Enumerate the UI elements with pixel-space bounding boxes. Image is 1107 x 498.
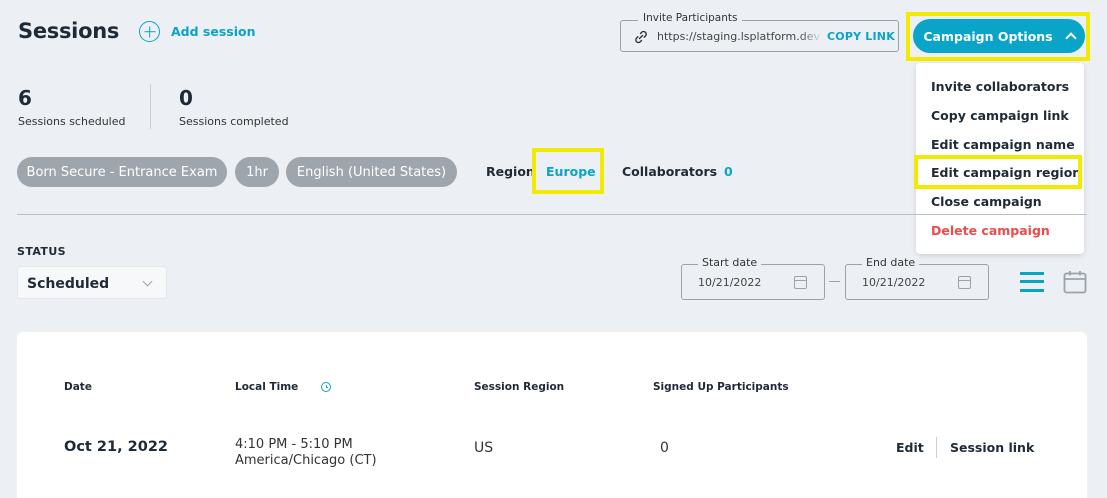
link-icon bbox=[635, 30, 647, 44]
copy-link-button[interactable]: COPY LINK bbox=[827, 30, 895, 43]
status-label: STATUS bbox=[17, 245, 66, 258]
row-time-range: 4:10 PM - 5:10 PM bbox=[235, 437, 353, 452]
row-date: Oct 21, 2022 bbox=[64, 439, 168, 455]
invite-participants-legend: Invite Participants bbox=[638, 12, 743, 24]
column-header-local-time: Local Time bbox=[235, 381, 299, 393]
column-header-session-region: Session Region bbox=[474, 381, 565, 393]
add-session-button[interactable]: Add session bbox=[139, 21, 256, 42]
row-timezone: America/Chicago (CT) bbox=[235, 453, 377, 468]
date-range-dash bbox=[829, 281, 840, 282]
list-view-icon[interactable] bbox=[1020, 271, 1044, 293]
calendar-icon[interactable] bbox=[794, 276, 807, 289]
column-header-signed-up-participants: Signed Up Participants bbox=[653, 381, 789, 393]
row-participants: 0 bbox=[660, 440, 669, 456]
sessions-completed-label: Sessions completed bbox=[179, 115, 289, 128]
edit-region-highlight bbox=[914, 155, 1082, 189]
clock-icon[interactable] bbox=[321, 382, 331, 392]
language-tag: English (United States) bbox=[286, 157, 457, 187]
session-link-button[interactable]: Session link bbox=[950, 440, 1034, 455]
start-date-field[interactable]: Start date 10/21/2022 bbox=[681, 256, 825, 300]
edit-session-button[interactable]: Edit bbox=[896, 440, 924, 455]
start-date-value: 10/21/2022 bbox=[698, 276, 762, 289]
plus-circle-icon bbox=[139, 21, 160, 42]
menu-item-copy-campaign-link[interactable]: Copy campaign link bbox=[931, 108, 1069, 123]
campaign-name-tag: Born Secure - Entrance Exam bbox=[17, 157, 227, 187]
page-title: Sessions bbox=[18, 19, 120, 43]
row-local-time: 4:10 PM - 5:10 PM America/Chicago (CT) bbox=[235, 437, 377, 469]
end-date-value: 10/21/2022 bbox=[862, 276, 926, 289]
add-session-label: Add session bbox=[171, 24, 256, 39]
sessions-scheduled-count: 6 bbox=[18, 86, 32, 110]
chevron-up-icon bbox=[1064, 32, 1077, 44]
campaign-options-label: Campaign Options bbox=[923, 28, 1053, 44]
section-divider bbox=[17, 214, 1087, 215]
campaign-options-button[interactable]: Campaign Options bbox=[913, 19, 1085, 53]
chevron-down-icon bbox=[142, 276, 153, 287]
end-date-field[interactable]: End date 10/21/2022 bbox=[845, 256, 989, 300]
action-separator bbox=[936, 437, 937, 458]
collaborators-count[interactable]: 0 bbox=[724, 164, 733, 179]
row-session-region: US bbox=[474, 440, 494, 456]
region-label: Region bbox=[486, 164, 535, 179]
calendar-view-icon[interactable] bbox=[1063, 270, 1087, 294]
menu-item-close-campaign[interactable]: Close campaign bbox=[931, 194, 1042, 209]
sessions-table bbox=[17, 332, 1087, 498]
sessions-scheduled-label: Sessions scheduled bbox=[18, 115, 126, 128]
stats-divider bbox=[150, 84, 151, 129]
status-select[interactable]: Scheduled bbox=[17, 266, 167, 299]
menu-item-delete-campaign[interactable]: Delete campaign bbox=[931, 223, 1050, 238]
start-date-legend: Start date bbox=[698, 256, 762, 269]
invite-participants-field: Invite Participants https://staging.lspl… bbox=[620, 12, 899, 52]
status-value: Scheduled bbox=[27, 276, 110, 292]
menu-item-edit-campaign-name[interactable]: Edit campaign name bbox=[931, 137, 1075, 152]
sessions-completed-count: 0 bbox=[179, 86, 193, 110]
menu-item-invite-collaborators[interactable]: Invite collaborators bbox=[931, 79, 1069, 94]
region-value[interactable]: Europe bbox=[546, 164, 596, 179]
calendar-icon[interactable] bbox=[958, 276, 971, 289]
invite-url: https://staging.lsplatform.dev bbox=[657, 30, 822, 43]
duration-tag: 1hr bbox=[235, 157, 279, 187]
collaborators-label: Collaborators bbox=[622, 164, 718, 179]
end-date-legend: End date bbox=[862, 256, 920, 269]
column-header-date: Date bbox=[64, 381, 92, 393]
